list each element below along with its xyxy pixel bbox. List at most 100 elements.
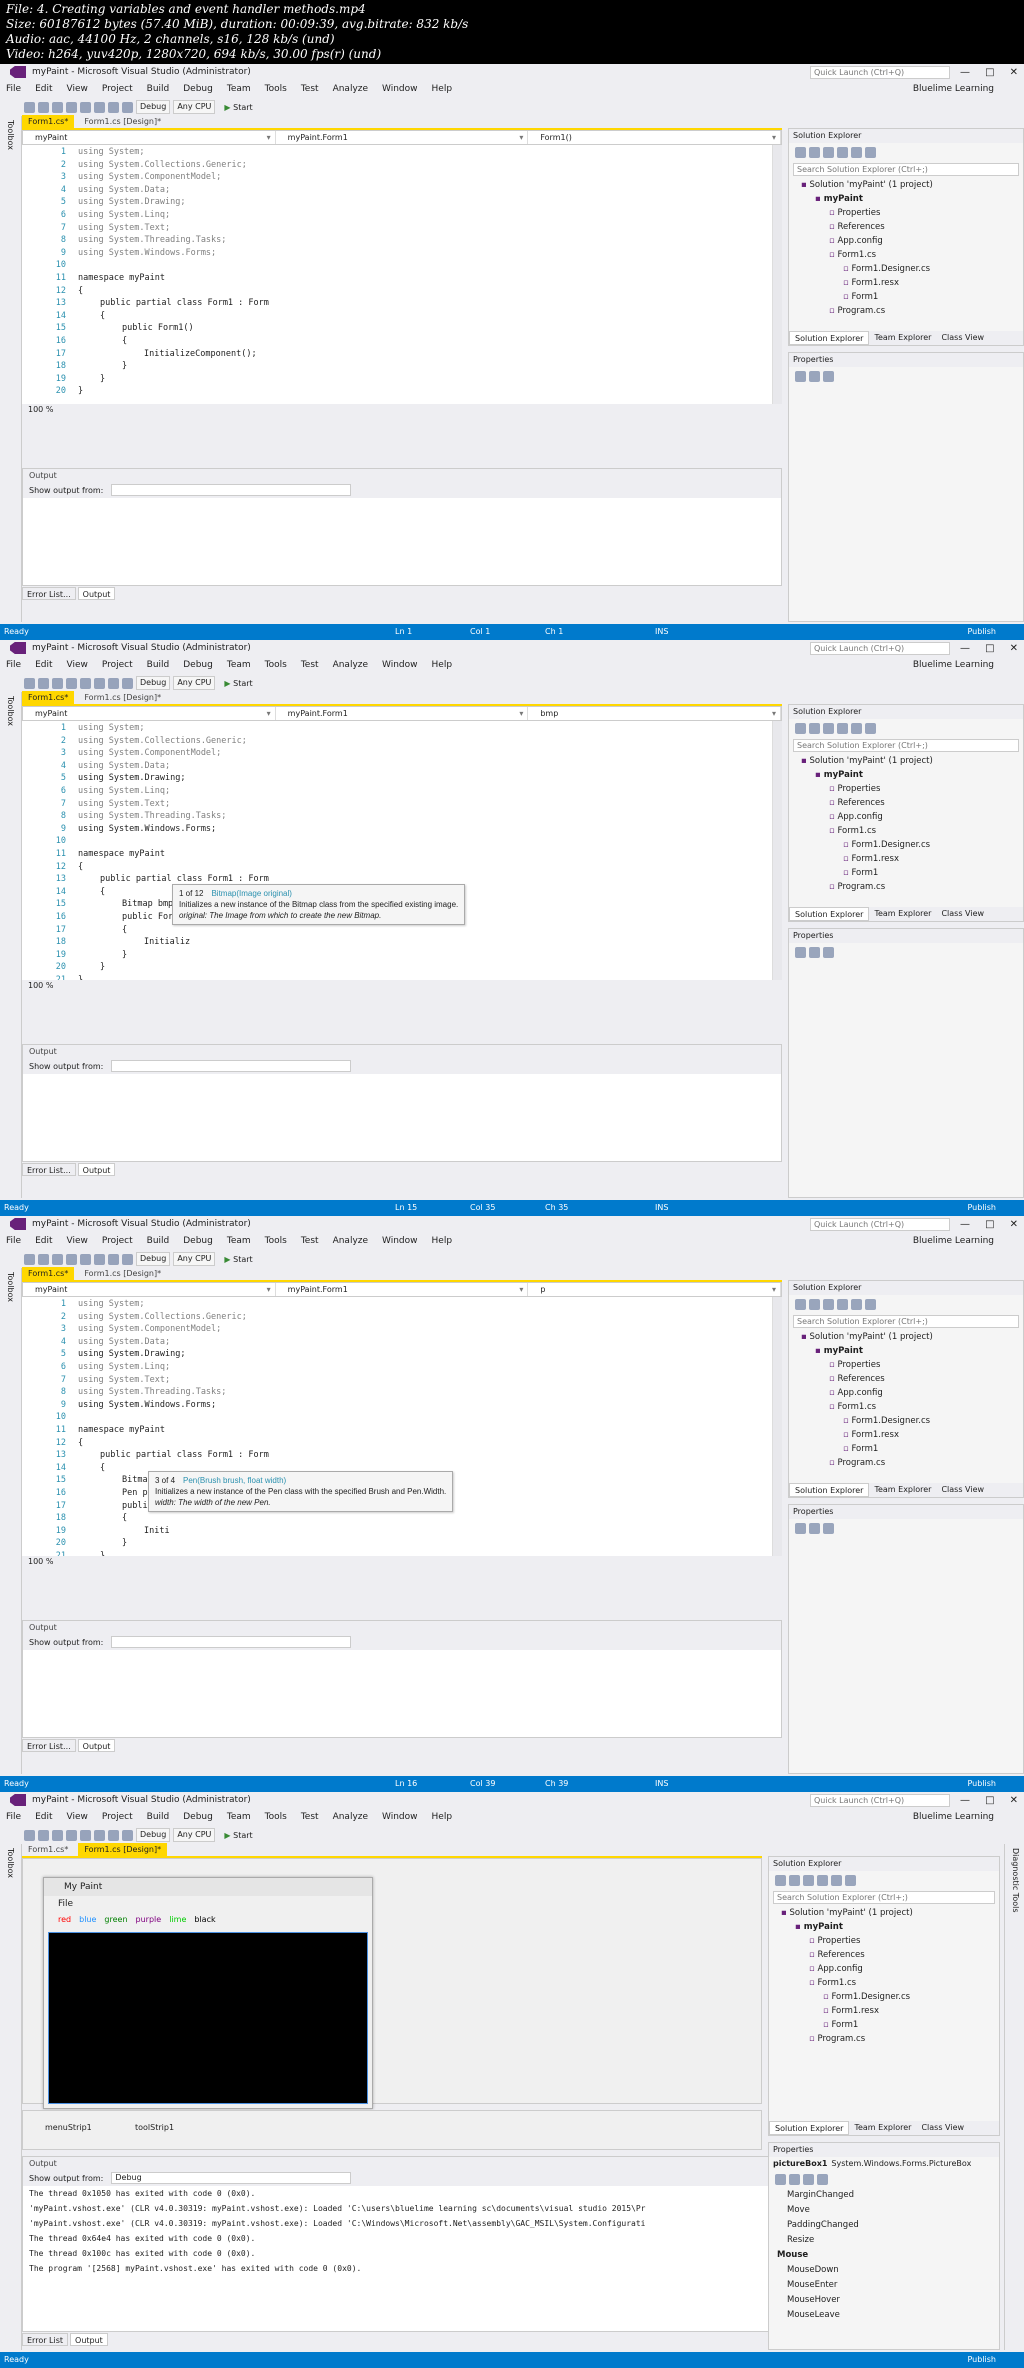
tree-item[interactable]: ▫ Form1.cs — [793, 824, 1023, 838]
menu-item-build[interactable]: Build — [147, 660, 170, 670]
se-tab[interactable]: Team Explorer — [849, 2121, 916, 2135]
new-icon[interactable] — [52, 1829, 63, 1841]
output-tab[interactable]: Output — [77, 1163, 116, 1176]
properties-view-icon[interactable] — [803, 2173, 814, 2185]
refresh-icon[interactable] — [837, 146, 848, 158]
collapse-icon[interactable] — [803, 1874, 814, 1886]
output-tab[interactable]: Output — [70, 2333, 108, 2346]
tree-item[interactable]: ▫ Form1.cs — [773, 1976, 999, 1990]
close-icon[interactable]: ✕ — [1010, 1219, 1018, 1230]
close-icon[interactable]: ✕ — [1010, 643, 1018, 654]
categorized-icon[interactable] — [795, 370, 806, 382]
tab-form1-cs[interactable]: Form1.cs* — [22, 691, 75, 704]
tray-menuStrip1[interactable]: menuStrip1 — [45, 2123, 92, 2132]
menu-item-edit[interactable]: Edit — [35, 1812, 52, 1822]
minimize-icon[interactable]: — — [960, 1219, 970, 1230]
event-item[interactable]: MouseHover — [773, 2293, 999, 2308]
platform-select[interactable]: Any CPU — [173, 100, 216, 114]
menu-item-help[interactable]: Help — [432, 1236, 453, 1246]
menu-item-view[interactable]: View — [67, 1236, 88, 1246]
alphabetical-icon[interactable] — [809, 946, 820, 958]
se-tab[interactable]: Team Explorer — [869, 907, 936, 921]
design-surface[interactable]: My Paint File red blue green purple lime black — [22, 1858, 762, 2109]
toolbox-strip[interactable]: Toolbox — [0, 1844, 22, 2350]
tree-item[interactable]: ▫ App.config — [773, 1962, 999, 1976]
color-button-black[interactable]: black — [194, 1915, 215, 1924]
tree-item[interactable]: ▪ myPaint — [793, 768, 1023, 782]
tree-item[interactable]: ▫ Form1.cs — [793, 248, 1023, 262]
menu-item-test[interactable]: Test — [301, 660, 319, 670]
menu-item-build[interactable]: Build — [147, 1812, 170, 1822]
undo-icon[interactable] — [108, 101, 119, 113]
save-all-icon[interactable] — [94, 1253, 105, 1265]
editor-scrollbar[interactable] — [772, 1297, 782, 1556]
maximize-icon[interactable]: □ — [985, 1219, 994, 1230]
nav-member-select[interactable]: bmp — [528, 707, 782, 720]
menu-item-team[interactable]: Team — [227, 660, 251, 670]
undo-icon[interactable] — [108, 677, 119, 689]
properties-icon[interactable] — [865, 146, 876, 158]
tree-item[interactable]: ▪ myPaint — [773, 1920, 999, 1934]
alphabetical-icon[interactable] — [809, 1522, 820, 1534]
menu-item-view[interactable]: View — [67, 660, 88, 670]
redo-icon[interactable] — [122, 101, 133, 113]
color-button-purple[interactable]: purple — [136, 1915, 162, 1924]
menu-item-debug[interactable]: Debug — [183, 84, 213, 94]
toolbox-strip[interactable]: Toolbox — [0, 1268, 22, 1774]
tree-item[interactable]: ▫ Form1.Designer.cs — [793, 262, 1023, 276]
event-item[interactable]: Move — [773, 2203, 999, 2218]
tree-item[interactable]: ▪ Solution 'myPaint' (1 project) — [793, 1330, 1023, 1344]
event-item[interactable]: MouseLeave — [773, 2308, 999, 2323]
tab-form1-design[interactable]: Form1.cs [Design]* — [78, 1267, 167, 1280]
code-area[interactable]: 1 using System; 2 using System.Collections.… — [22, 721, 782, 980]
menu-item-edit[interactable]: Edit — [35, 84, 52, 94]
form-menu-strip[interactable]: File — [44, 1896, 372, 1912]
collapse-icon[interactable] — [823, 1298, 834, 1310]
config-select[interactable]: Debug — [136, 676, 171, 690]
error-list-tab[interactable]: Error List — [22, 2333, 69, 2346]
menu-item-window[interactable]: Window — [382, 84, 418, 94]
menu-item-project[interactable]: Project — [102, 1812, 133, 1822]
alphabetical-icon[interactable] — [809, 370, 820, 382]
se-search-input[interactable]: Search Solution Explorer (Ctrl+;) — [793, 1315, 1019, 1328]
config-select[interactable]: Debug — [136, 1252, 171, 1266]
tab-form1-design[interactable]: Form1.cs [Design]* — [78, 691, 167, 704]
tree-item[interactable]: ▫ Program.cs — [793, 880, 1023, 894]
account-name[interactable]: Bluelime Learning — [913, 84, 994, 94]
menu-item-debug[interactable]: Debug — [183, 1812, 213, 1822]
start-button[interactable]: Start — [224, 1831, 253, 1840]
error-list-tab[interactable]: Error List... — [22, 587, 76, 600]
tab-form1-design[interactable]: Form1.cs [Design]* — [78, 115, 167, 128]
quick-launch-input[interactable]: Quick Launch (Ctrl+Q) — [810, 65, 950, 79]
diagnostic-tools-strip[interactable]: Diagnostic Tools — [1004, 1844, 1024, 2350]
se-tab[interactable]: Class View — [936, 907, 989, 921]
menu-item-project[interactable]: Project — [102, 84, 133, 94]
new-icon[interactable] — [52, 677, 63, 689]
se-tab[interactable]: Solution Explorer — [789, 907, 870, 921]
quick-launch-input[interactable]: Quick Launch (Ctrl+Q) — [810, 1793, 950, 1807]
se-tab[interactable]: Team Explorer — [869, 331, 936, 345]
color-button-blue[interactable]: blue — [79, 1915, 96, 1924]
error-list-tab[interactable]: Error List... — [22, 1163, 76, 1176]
file-menu-item[interactable]: File — [58, 1899, 73, 1909]
home-icon[interactable] — [795, 1298, 806, 1310]
properties-icon[interactable] — [865, 1298, 876, 1310]
toolbox-strip[interactable]: Toolbox — [0, 692, 22, 1198]
output-tab[interactable]: Output — [77, 587, 116, 600]
home-icon[interactable] — [775, 1874, 786, 1886]
save-all-icon[interactable] — [94, 101, 105, 113]
nav-class-select[interactable]: myPaint.Form1 — [276, 131, 529, 144]
nav-class-select[interactable]: myPaint.Form1 — [276, 1283, 529, 1296]
tree-item[interactable]: ▫ Form1 — [773, 2018, 999, 2032]
publish-button[interactable]: Publish — [967, 1776, 996, 1792]
sync-icon[interactable] — [809, 722, 820, 734]
menu-item-view[interactable]: View — [67, 1812, 88, 1822]
tree-item[interactable]: ▫ Form1.resx — [793, 1428, 1023, 1442]
start-button[interactable]: Start — [224, 1255, 253, 1264]
event-item[interactable]: Mouse — [773, 2248, 999, 2263]
sync-icon[interactable] — [809, 1298, 820, 1310]
close-icon[interactable]: ✕ — [1010, 67, 1018, 78]
menu-item-test[interactable]: Test — [301, 1812, 319, 1822]
menu-item-tools[interactable]: Tools — [265, 84, 287, 94]
menu-item-file[interactable]: File — [6, 660, 21, 670]
